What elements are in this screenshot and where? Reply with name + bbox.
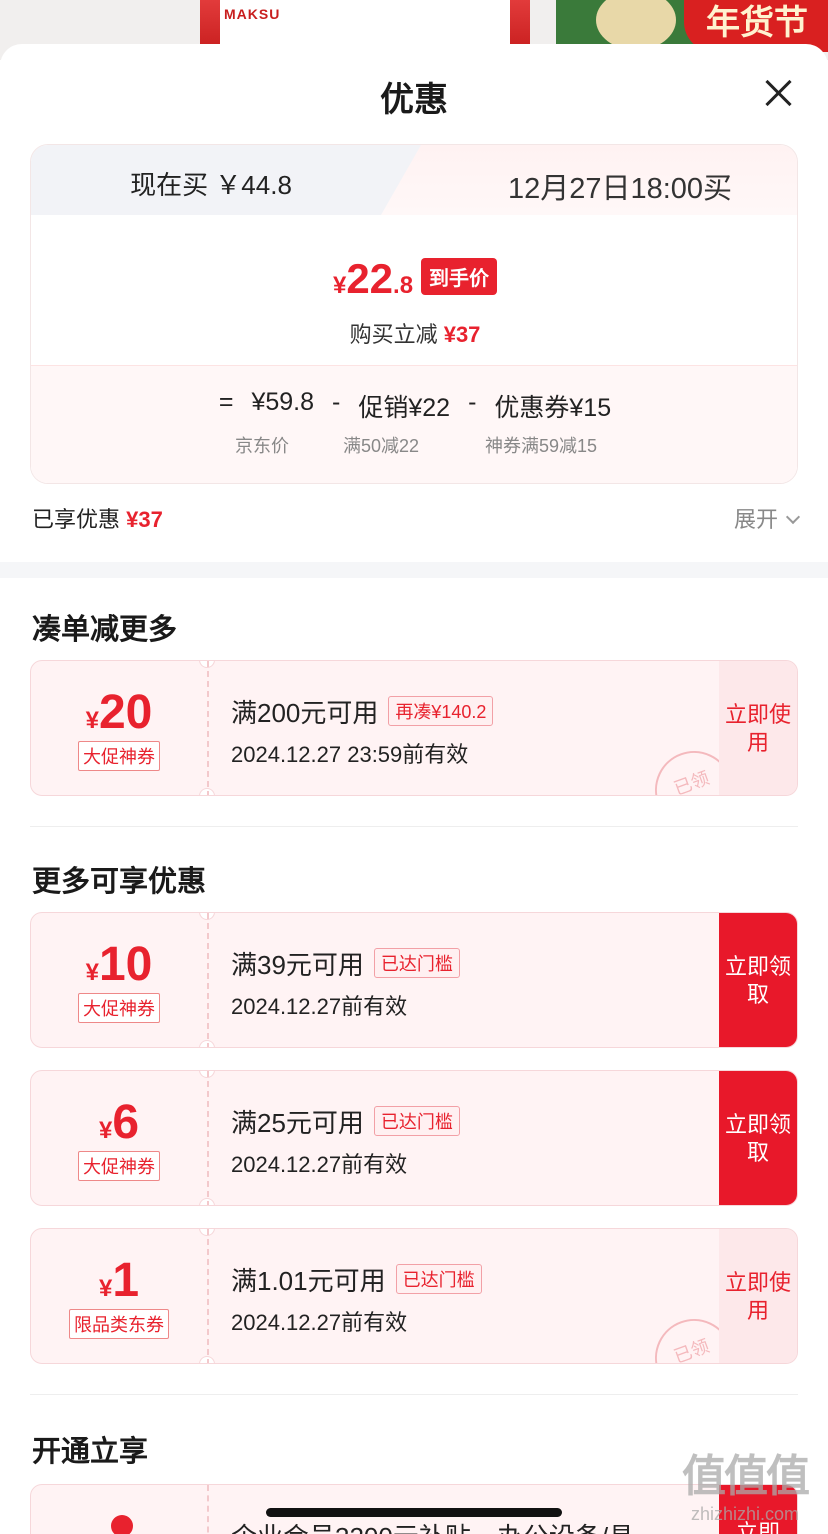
reduce-line: 购买立减 ¥37 xyxy=(31,317,797,349)
coupon-condition: 满25元可用 已达门槛 xyxy=(231,1103,460,1140)
formula-promo: 促销¥22 xyxy=(358,394,451,422)
divider xyxy=(30,1394,798,1395)
coupon-currency: ¥ xyxy=(85,707,99,734)
coupon-condition: 满200元可用 再凑¥140.2 xyxy=(231,693,494,730)
coupon-card: ¥20 大促神券 满200元可用 再凑¥140.2 2024.12.27 23:5… xyxy=(30,660,798,796)
formula-equals: = xyxy=(218,388,234,416)
coupon-badge: 已达门槛 xyxy=(395,1264,482,1294)
formula-minus: - xyxy=(332,388,341,416)
coupon-condition: 满39元可用 已达门槛 xyxy=(231,945,460,982)
enjoyed-discount: 已享优惠 ¥37 xyxy=(32,502,163,534)
formula-coupon: 优惠券¥15 xyxy=(494,394,612,422)
price-formula: = ¥59.8 - 促销¥22 - 优惠券¥15 京东价 满50减22 神券满5… xyxy=(31,365,797,483)
coupon-amount: 10 xyxy=(98,938,153,991)
formula-promo-label: 满50减22 xyxy=(343,436,420,456)
coupon-amount: 6 xyxy=(112,1096,140,1149)
chevron-down-icon xyxy=(785,509,801,525)
coupon-type: 大促神券 xyxy=(78,741,160,771)
claim-now-button[interactable]: 立即领取 xyxy=(719,913,797,1047)
tab-buy-later-label: 12月27日18:00买 xyxy=(507,173,733,205)
enjoyed-label: 已享优惠 xyxy=(32,507,121,532)
coupon-validity: 2024.12.27 23:59前有效 xyxy=(231,742,469,767)
use-now-button[interactable]: 立即使用 xyxy=(719,661,797,795)
coupon-badge: 再凑¥140.2 xyxy=(388,696,494,726)
coupon-type: 大促神券 xyxy=(78,993,160,1023)
coupon-value: ¥6 大促神券 xyxy=(31,1071,207,1205)
watermark-site: zhizhizhi.com xyxy=(690,1504,800,1524)
final-price-currency: ¥ xyxy=(332,272,347,299)
brand-text: MAKSU xyxy=(224,6,281,22)
coupon-type: 限品类东券 xyxy=(69,1309,169,1339)
coupon-currency: ¥ xyxy=(98,1117,113,1144)
coupon-type: 大促神券 xyxy=(78,1151,160,1181)
tab-buy-now[interactable]: 现在买 ￥44.8 xyxy=(31,145,421,215)
reduce-label: 购买立减 xyxy=(349,322,438,347)
divider xyxy=(30,826,798,827)
final-price-tag: 到手价 xyxy=(421,258,498,295)
formula-jd-price-label: 京东价 xyxy=(235,436,289,456)
price-detail: ¥22.8 到手价 购买立减 ¥37 = ¥59.8 - 促销¥22 - 优惠券¥… xyxy=(31,215,797,483)
reduce-amount: ¥37 xyxy=(443,322,481,347)
section-title-open: 开通立享 xyxy=(32,1436,149,1468)
formula-coupon-label: 神券满59减15 xyxy=(485,436,598,456)
coupon-badge: 已达门槛 xyxy=(373,948,460,978)
coupon-card: ¥10 大促神券 满39元可用 已达门槛 2024.12.27前有效 立即领取 xyxy=(30,912,798,1048)
home-indicator[interactable] xyxy=(266,1508,562,1517)
coupon-value: ¥1 限品类东券 xyxy=(31,1229,207,1363)
coupon-currency: ¥ xyxy=(85,959,99,986)
close-icon[interactable] xyxy=(764,78,792,106)
sheet-title: 优惠 xyxy=(380,81,448,119)
tab-buy-now-label: 现在买 ￥44.8 xyxy=(130,170,292,200)
sheet-header: 优惠 xyxy=(0,44,828,140)
coupon-value: ¥20 大促神券 xyxy=(31,661,207,795)
coupon-currency: ¥ xyxy=(98,1275,113,1302)
expand-label: 展开 xyxy=(733,507,778,532)
discount-sheet: 优惠 现在买 ￥44.8 12月27日18:00买 ¥22.8 到手价 购买立减 … xyxy=(0,44,828,1534)
final-price-integer: 22 xyxy=(346,255,394,302)
use-now-button[interactable]: 立即使用 xyxy=(719,1229,797,1363)
formula-jd-price: ¥59.8 xyxy=(251,388,315,416)
location-pin-icon xyxy=(111,1515,133,1534)
tab-buy-later[interactable]: 12月27日18:00买 xyxy=(381,145,797,215)
coupon-validity: 2024.12.27前有效 xyxy=(231,1310,408,1335)
coupon-amount: 20 xyxy=(98,686,153,739)
coupon-validity: 2024.12.27前有效 xyxy=(231,1152,408,1177)
final-price-decimal: .8 xyxy=(393,272,414,299)
enjoyed-amount: ¥37 xyxy=(126,507,163,532)
coupon-amount: 1 xyxy=(112,1254,140,1307)
coupon-value: ¥10 大促神券 xyxy=(31,913,207,1047)
member-offer-text: 企业会员3200元补贴，办公设备/具 xyxy=(231,1517,634,1534)
coupon-badge: 已达门槛 xyxy=(373,1106,460,1136)
formula-minus: - xyxy=(468,388,477,416)
final-price: ¥22.8 到手价 xyxy=(31,255,797,305)
price-card: 现在买 ￥44.8 12月27日18:00买 ¥22.8 到手价 购买立减 ¥37… xyxy=(30,144,798,484)
claim-now-button[interactable]: 立即领取 xyxy=(719,1071,797,1205)
coupon-card: ¥6 大促神券 满25元可用 已达门槛 2024.12.27前有效 立即领取 xyxy=(30,1070,798,1206)
coupon-card: ¥1 限品类东券 满1.01元可用 已达门槛 2024.12.27前有效 已领 立… xyxy=(30,1228,798,1364)
watermark-logo: 值值值 xyxy=(682,1452,810,1501)
coupon-condition: 满1.01元可用 已达门槛 xyxy=(231,1261,482,1298)
section-title-combine: 凑单减更多 xyxy=(32,614,178,646)
coupon-validity: 2024.12.27前有效 xyxy=(231,994,408,1019)
expand-button[interactable]: 展开 xyxy=(733,502,801,534)
section-divider xyxy=(0,562,828,578)
watermark: 值值值 zhizhizhi.com xyxy=(670,1440,820,1525)
section-title-more: 更多可享优惠 xyxy=(32,866,207,898)
